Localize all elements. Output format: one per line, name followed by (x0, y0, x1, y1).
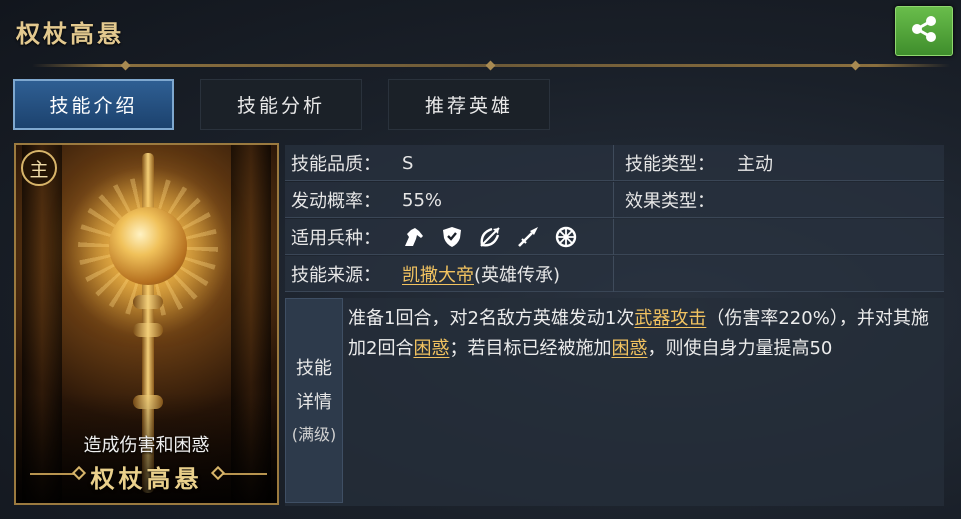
desc-text-4: ；若目标已经被施加 (449, 338, 612, 359)
scepter-orb (109, 207, 187, 285)
source-label: 技能来源： (291, 265, 381, 286)
quality-label: 技能品质： (291, 154, 381, 175)
cavalry-icon[interactable] (401, 224, 427, 250)
quality-value: S (402, 152, 414, 174)
skill-info-table: 技能品质： S 技能类型： 主动 发动概率： 55% 效果类型： 适用兵种： 技… (285, 143, 944, 292)
page-title: 权杖高悬 (16, 20, 124, 48)
archer-icon[interactable] (477, 224, 503, 250)
source-suffix: (英雄传承) (474, 265, 561, 286)
effect-type-label: 效果类型： (625, 191, 715, 212)
rate-value: 55% (402, 189, 443, 211)
detail-label: 技能 详情 (满级) (285, 298, 343, 503)
card-skill-name: 权杖高悬 (90, 465, 203, 493)
skill-detail-panel: 技能 详情 (满级) 准备1回合，对2名敌方英雄发动1次武器攻击（伤害率220%… (285, 298, 944, 506)
rate-label: 发动概率： (291, 191, 381, 212)
keyword-confusion-2[interactable]: 困惑 (611, 338, 647, 359)
tab-skill-intro[interactable]: 技能介绍 (13, 79, 174, 130)
keyword-weapon-attack[interactable]: 武器攻击 (634, 308, 706, 329)
spear-icon[interactable] (515, 224, 541, 250)
card-effect-text: 造成伤害和困惑 (83, 435, 210, 456)
troops-label: 适用兵种： (291, 228, 381, 249)
info-row-source: 技能来源： 凯撒大帝 (英雄传承) (285, 256, 944, 292)
siege-wheel-icon[interactable] (553, 224, 579, 250)
detail-label-line3: (满级) (291, 424, 337, 444)
skill-card: 主 造成伤害和困惑 权杖高悬 (14, 143, 279, 505)
skill-type-label: 技能类型： (625, 154, 715, 175)
share-button[interactable] (895, 6, 953, 56)
desc-text-2: （伤害率220%） (706, 308, 839, 329)
skill-type-value: 主动 (737, 154, 773, 175)
desc-text-1: 准备1回合，对2名敌方英雄发动1次 (348, 308, 635, 329)
info-row-troops: 适用兵种： (285, 219, 944, 255)
detail-label-line2: 详情 (296, 391, 332, 413)
header-divider (32, 60, 950, 71)
active-skill-badge: 主 (21, 150, 57, 186)
keyword-confusion[interactable]: 困惑 (413, 338, 449, 359)
desc-text-5: ，则使自身力量提高50 (647, 338, 833, 359)
tab-recommended-heroes[interactable]: 推荐英雄 (388, 79, 550, 130)
tab-skill-analysis[interactable]: 技能分析 (200, 79, 362, 130)
shield-icon[interactable] (439, 224, 465, 250)
detail-label-line1: 技能 (296, 357, 332, 379)
info-row-rate: 发动概率： 55% 效果类型： (285, 182, 944, 218)
source-hero-link[interactable]: 凯撒大帝 (402, 261, 474, 287)
info-row-quality: 技能品质： S 技能类型： 主动 (285, 145, 944, 181)
skill-description: 准备1回合，对2名敌方英雄发动1次武器攻击（伤害率220%），并对其施加2回合困… (348, 304, 938, 364)
share-icon (909, 14, 939, 48)
